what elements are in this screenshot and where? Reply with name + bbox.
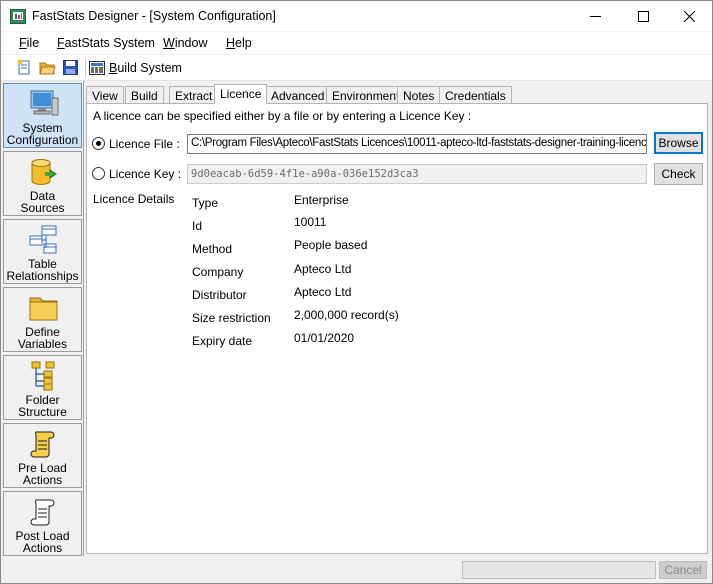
tables-icon [29,225,57,254]
detail-key-expiry-date: Expiry date [192,334,253,348]
progress-bar [462,561,656,579]
computer-icon [30,90,59,116]
build-system-label: Build System [109,61,182,75]
detail-key-id: Id [192,219,203,233]
new-document-icon[interactable] [16,59,33,76]
toolbar: Build System [1,55,712,81]
scroll-icon [30,499,55,526]
sidebar-item-label: Sources [20,201,65,215]
sidebar-item-data-sources[interactable]: Data Sources [3,151,82,216]
licence-key-label: Licence Key : [109,167,182,181]
sidebar-item-system-configuration[interactable]: System Configuration [3,83,82,148]
menu-bar: File FastStats System Window Help [1,32,712,54]
menu-file-mnemonic: F [19,36,27,50]
close-icon [683,10,695,22]
menu-file[interactable]: File [19,36,39,50]
toolbar-separator [85,59,86,77]
tab-advanced[interactable]: Advanced [265,86,331,104]
check-button[interactable]: Check [654,163,703,185]
detail-key-size-restriction: Size restriction [192,311,271,325]
tab-strip: View Build Extract Licence Advanced Envi… [86,84,712,104]
detail-key-type: Type [192,196,219,210]
menu-file-label: ile [26,36,40,50]
close-button[interactable] [666,1,712,31]
menu-faststats-mnemonic: F [57,36,65,50]
sidebar-item-define-variables[interactable]: Define Variables [3,287,82,352]
menu-window-label: indow [174,36,208,50]
menu-window[interactable]: Window [163,36,207,50]
licence-file-label: Licence File : [109,137,180,151]
database-icon [31,159,57,185]
sidebar-item-table-relationships[interactable]: Table Relationships [3,219,82,284]
sidebar-item-label: Structure [18,405,67,419]
detail-value-type: Enterprise [294,193,349,207]
maximize-icon [637,10,649,22]
sidebar-item-label: Variables [17,337,68,351]
tab-notes[interactable]: Notes [397,86,441,104]
tab-licence[interactable]: Licence [214,84,268,104]
maximize-button[interactable] [620,1,666,31]
sidebar-item-label: Actions [22,541,63,555]
cancel-button[interactable]: Cancel [659,561,707,579]
folder-tree-icon [31,361,55,391]
detail-value-size-restriction: 2,000,000 record(s) [294,308,399,322]
licence-key-field[interactable]: 9d0eacab-6d59-4f1e-a90a-036e152d3ca3 [187,164,647,184]
tab-build[interactable]: Build [125,86,164,104]
menu-window-mnemonic: W [163,36,175,50]
detail-key-method: Method [192,242,233,256]
sidebar-item-pre-load-actions[interactable]: Pre Load Actions [3,423,82,488]
scroll-icon [30,431,55,458]
save-icon[interactable] [62,59,79,76]
minimize-icon [589,15,601,17]
menu-faststats-system[interactable]: FastStats System [57,36,155,50]
browse-button[interactable]: Browse [654,132,703,154]
sidebar-item-folder-structure[interactable]: Folder Structure [3,355,82,420]
licence-file-field[interactable]: C:\Program Files\Apteco\FastStats Licenc… [187,134,647,154]
sidebar: System Configuration Data Sources Table … [1,81,84,556]
sidebar-item-label: Actions [22,473,63,487]
build-system-icon [89,61,105,75]
detail-value-expiry-date: 01/01/2020 [294,331,355,345]
tab-credentials[interactable]: Credentials [439,86,512,104]
minimize-button[interactable] [572,1,618,31]
open-folder-icon[interactable] [39,59,56,76]
tab-view[interactable]: View [86,86,124,104]
licence-panel: A licence can be specified either by a f… [86,103,708,554]
window-title: FastStats Designer - [System Configurati… [32,9,276,23]
licence-key-radio[interactable] [92,167,105,180]
licence-intro-text: A licence can be specified either by a f… [93,109,472,123]
tab-extract[interactable]: Extract [169,86,219,104]
licence-details-title: Licence Details [93,192,175,206]
menu-help-label: elp [235,36,252,50]
build-system-button[interactable]: Build System [89,58,182,78]
build-system-label-rest: uild System [117,61,182,75]
app-window: FastStats Designer - [System Configurati… [0,0,713,584]
menu-faststats-label: astStats System [64,36,155,50]
folder-icon [29,297,58,321]
status-bar: Cancel [1,558,712,583]
menu-help-mnemonic: H [226,36,236,50]
detail-value-distributor: Apteco Ltd [294,285,352,299]
detail-value-id: 10011 [294,215,327,229]
detail-key-company: Company [192,265,244,279]
detail-value-company: Apteco Ltd [294,262,352,276]
title-bar: FastStats Designer - [System Configurati… [1,1,712,31]
app-icon [10,9,26,24]
detail-value-method: People based [294,238,368,252]
sidebar-item-label: Configuration [6,133,79,147]
menu-help[interactable]: Help [226,36,252,50]
sidebar-item-label: Relationships [6,269,79,283]
licence-file-radio[interactable] [92,137,105,150]
detail-key-distributor: Distributor [192,288,247,302]
sidebar-item-post-load-actions[interactable]: Post Load Actions [3,491,82,556]
tab-environment[interactable]: Environment [326,86,406,104]
